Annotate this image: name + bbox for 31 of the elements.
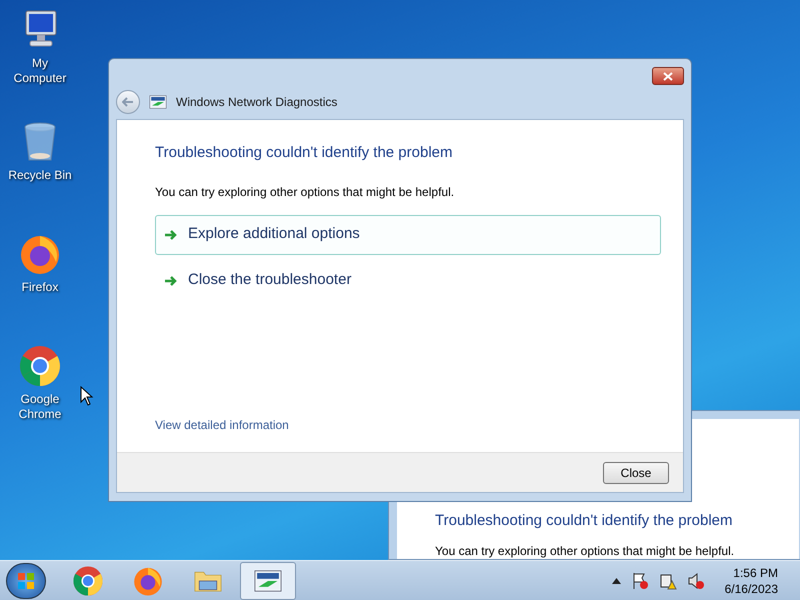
chrome-icon — [72, 564, 104, 596]
info-text: You can try exploring other options that might be helpful. — [155, 184, 456, 200]
flag-warning-icon[interactable] — [630, 572, 649, 590]
clock-date[interactable]: 6/16/2023 — [724, 580, 778, 596]
command-link[interactable]: Close the troubleshooter — [155, 260, 661, 300]
troubleshooting-heading: Troubleshooting couldn't identify the problem — [435, 512, 734, 530]
desktop-icon-label[interactable]: My Computer — [4, 56, 76, 86]
clock-time[interactable]: 1:56 PM — [733, 564, 778, 580]
start-button[interactable] — [6, 562, 46, 598]
arrow-icon — [164, 274, 178, 286]
close-button[interactable] — [652, 67, 684, 85]
command-link[interactable]: Explore additional options — [155, 214, 661, 254]
show-hidden-icons-icon[interactable] — [612, 578, 621, 584]
network-warning-icon[interactable] — [658, 572, 677, 590]
info-text: You can try exploring other options that might be helpful. — [435, 543, 736, 560]
chrome-icon — [18, 344, 62, 388]
desktop-icon-label[interactable]: Firefox — [4, 280, 76, 295]
back-button[interactable] — [116, 90, 140, 114]
desktop-icon-label[interactable]: Recycle Bin — [4, 168, 76, 183]
close-dialog-button[interactable]: Close — [603, 462, 669, 484]
arrow-icon — [164, 228, 178, 240]
dialog-heading: Troubleshooting couldn't identify the problem — [155, 143, 454, 163]
window-title: Windows Network Diagnostics — [176, 94, 338, 111]
speaker-muted-icon[interactable] — [686, 572, 705, 590]
desktop-icon-label[interactable]: Google Chrome — [4, 392, 76, 422]
back-arrow-icon — [122, 97, 134, 107]
windows-logo-icon — [17, 572, 35, 590]
close-icon — [663, 72, 673, 80]
detail-link[interactable]: View detailed information — [155, 416, 661, 434]
taskbar-button[interactable] — [240, 562, 296, 600]
mouse-cursor-icon — [80, 386, 94, 406]
